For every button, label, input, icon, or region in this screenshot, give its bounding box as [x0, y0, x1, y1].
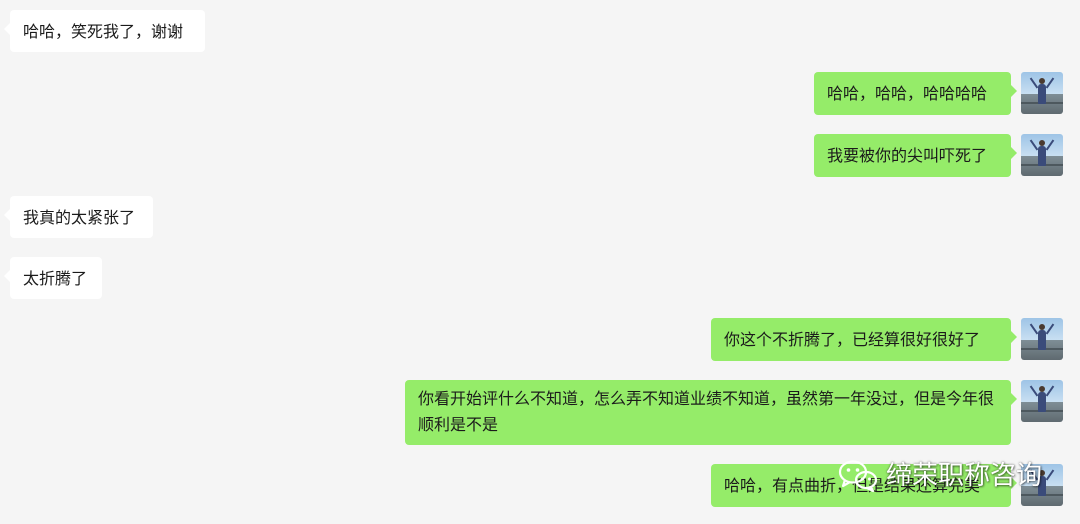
watermark: 缔荣职称咨询: [838, 456, 1042, 496]
message-bubble[interactable]: 你看开始评什么不知道，怎么弄不知道业绩不知道，虽然第一年没过，但是今年很顺利是不…: [405, 380, 1017, 445]
watermark-text: 缔荣职称咨询: [886, 461, 1043, 491]
avatar[interactable]: [1021, 380, 1063, 422]
avatar[interactable]: [1021, 134, 1063, 176]
message-bubble[interactable]: 我真的太紧张了: [4, 196, 153, 238]
avatar[interactable]: [1021, 318, 1063, 360]
message-bubble[interactable]: 太折腾了: [4, 257, 102, 299]
message-bubble[interactable]: 你这个不折腾了，已经算很好很好了: [711, 318, 1017, 361]
avatar[interactable]: [1021, 72, 1063, 114]
message-bubble[interactable]: 哈哈，哈哈，哈哈哈哈: [814, 72, 1017, 115]
wechat-icon: [838, 460, 878, 493]
message-bubble[interactable]: 我要被你的尖叫吓死了: [814, 134, 1017, 177]
message-bubble[interactable]: 哈哈，笑死我了，谢谢: [4, 10, 205, 52]
